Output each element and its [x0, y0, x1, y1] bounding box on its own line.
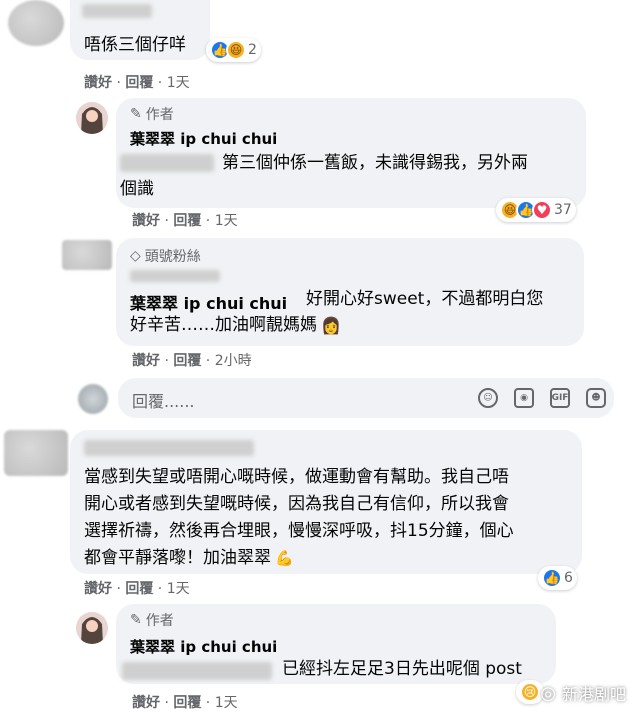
- reaction-count: 2: [248, 42, 257, 58]
- sad-reaction-icon: 😢: [520, 682, 540, 702]
- like-button[interactable]: 讚好: [84, 581, 112, 597]
- comment-bubble: 當感到失望或唔開心嘅時候，做運動會有幫助。我自己唔 開心或者感到失望嘅時候，因為…: [70, 430, 582, 574]
- comment-text-line3: 選擇祈禱，然後再合埋眼，慢慢深呼吸，抖15分鐘，個心: [84, 521, 514, 541]
- watermark: ◎ 新港剧吧: [540, 681, 626, 705]
- author-avatar-icon: [76, 612, 108, 644]
- reply-actions: 讚好 · 回覆 · 1天: [132, 695, 238, 711]
- comment-actions: 讚好 · 回覆 · 1天: [84, 75, 190, 91]
- watermark-text: 新港剧吧: [561, 685, 626, 704]
- fan-avatar[interactable]: [62, 240, 112, 270]
- commenter-avatar[interactable]: [8, 0, 64, 46]
- reply-bubble: ✎ 作者 葉翠翠 ip chui chui 已經抖左足足3日先出呢個 post: [116, 604, 556, 684]
- sticker-icon[interactable]: ☻: [586, 388, 606, 408]
- reply-text-line1: 第三個仲係一舊飯，未識得錫我，另外兩: [222, 153, 528, 173]
- reply-actions: 讚好 · 回覆 · 1天: [132, 213, 238, 229]
- reply-text: 已經抖左足足3日先出呢個 post: [282, 659, 522, 679]
- top-fan-badge: ◇ 頭號粉絲: [130, 248, 201, 265]
- reply-bubble: ◇ 頭號粉絲 葉翠翠 ip chui chui 好開心好sweet，不過都明白您…: [116, 238, 584, 346]
- reply-text-line2-wrap: 好辛苦……加油啊靚媽媽 👩: [130, 312, 341, 338]
- timestamp[interactable]: 1天: [167, 581, 190, 597]
- fan-name[interactable]: [130, 270, 220, 282]
- reply-button[interactable]: 回覆: [173, 353, 201, 369]
- comment-bubble: 唔係三個仔咩: [70, 0, 210, 60]
- timestamp[interactable]: 2小時: [215, 353, 252, 369]
- reply-text-line2: 好辛苦……加油啊靚媽媽: [130, 315, 317, 335]
- reaction-count: 37: [554, 202, 572, 218]
- haha-reaction-icon: 😆: [226, 40, 246, 60]
- mention-name[interactable]: [122, 662, 272, 680]
- commenter-name[interactable]: [82, 4, 152, 18]
- timestamp[interactable]: 1天: [215, 695, 238, 711]
- reply-button[interactable]: 回覆: [173, 213, 201, 229]
- love-reaction-icon: ♥: [532, 200, 552, 220]
- author-badge: ✎ 作者: [130, 612, 174, 629]
- comment-text-line4-wrap: 都會平靜落嚟！加油翠翠 💪: [84, 545, 294, 571]
- current-user-avatar[interactable]: [78, 384, 108, 414]
- reply-author-name[interactable]: 葉翠翠 ip chui chui: [130, 128, 277, 149]
- like-button[interactable]: 讚好: [132, 353, 160, 369]
- gif-icon[interactable]: GIF: [550, 388, 570, 408]
- pencil-icon: ✎: [130, 106, 142, 122]
- comment-text-line1: 當感到失望或唔開心嘅時候，做運動會有幫助。我自己唔: [84, 467, 509, 487]
- pencil-icon: ✎: [130, 612, 142, 628]
- wechat-logo-icon: ◎: [540, 682, 556, 704]
- commenter-avatar[interactable]: [4, 430, 68, 476]
- flexed-arm-emoji-icon: 💪: [275, 549, 294, 567]
- reaction-summary[interactable]: 👍 😆 2: [206, 38, 261, 62]
- comment-text-line2: 開心或者感到失望嘅時候，因為我自己有信仰，所以我會: [84, 494, 509, 514]
- reply-input[interactable]: 回覆...... ☺ ◉ GIF ☻: [118, 378, 614, 418]
- reply-button[interactable]: 回覆: [125, 75, 153, 91]
- woman-emoji-icon: 👩: [321, 315, 341, 335]
- reply-author-name[interactable]: 葉翠翠 ip chui chui: [130, 636, 277, 657]
- reaction-summary[interactable]: 👍 6: [538, 566, 577, 590]
- reply-button[interactable]: 回覆: [173, 695, 201, 711]
- timestamp[interactable]: 1天: [215, 213, 238, 229]
- like-reaction-icon: 👍: [542, 568, 562, 588]
- like-button[interactable]: 讚好: [84, 75, 112, 91]
- reply-actions: 讚好 · 回覆 · 2小時: [132, 353, 252, 369]
- timestamp[interactable]: 1天: [167, 75, 190, 91]
- mention-name[interactable]: 葉翠翠 ip chui chui: [130, 290, 287, 314]
- diamond-icon: ◇: [130, 248, 141, 264]
- author-badge: ✎ 作者: [130, 106, 174, 123]
- comment-actions: 讚好 · 回覆 · 1天: [84, 581, 190, 597]
- reply-button[interactable]: 回覆: [125, 581, 153, 597]
- reply-input-placeholder: 回覆......: [132, 392, 195, 411]
- emoji-icon[interactable]: ☺: [478, 388, 498, 408]
- mention-name[interactable]: [120, 154, 214, 172]
- comment-text-line4: 都會平靜落嚟！加油翠翠: [84, 548, 271, 568]
- reply-text-line2: 個識: [120, 179, 154, 199]
- reply-bubble: ✎ 作者 葉翠翠 ip chui chui 第三個仲係一舊飯，未識得錫我，另外兩…: [116, 98, 586, 208]
- author-avatar[interactable]: [76, 102, 108, 134]
- reaction-count: 6: [564, 570, 573, 586]
- camera-icon[interactable]: ◉: [514, 388, 534, 408]
- commenter-name[interactable]: [84, 440, 254, 456]
- like-button[interactable]: 讚好: [132, 213, 160, 229]
- reply-text-line1: 好開心好sweet，不過都明白您: [306, 289, 544, 309]
- author-avatar[interactable]: [76, 612, 108, 644]
- reaction-summary[interactable]: 😆 👍 ♥ 37: [496, 198, 576, 222]
- comment-text: 唔係三個仔咩: [84, 35, 186, 55]
- author-avatar-icon: [76, 102, 108, 134]
- like-button[interactable]: 讚好: [132, 695, 160, 711]
